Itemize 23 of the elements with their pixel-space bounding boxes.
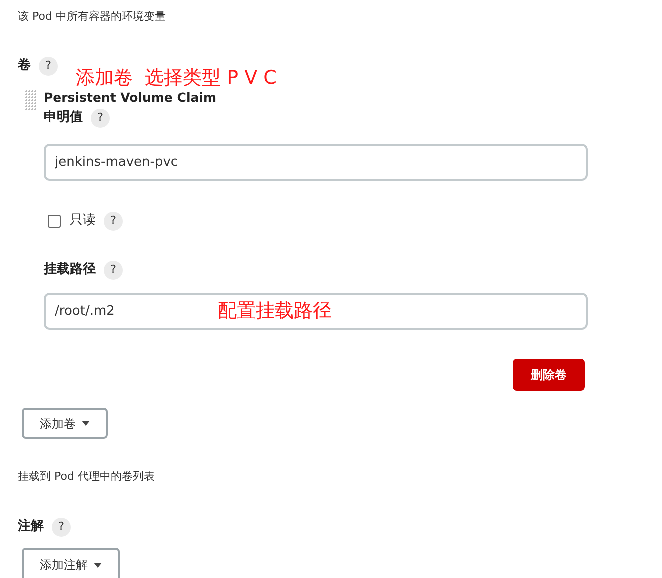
help-button[interactable]: ? xyxy=(104,260,123,280)
checkbox-label: 只读 xyxy=(70,212,96,230)
help-button[interactable]: ? xyxy=(104,212,123,230)
field-label: 挂载路径 xyxy=(44,261,96,280)
add-button[interactable]: 添加注解 xyxy=(22,548,120,578)
delete-button[interactable]: 删除卷 xyxy=(513,359,585,391)
field-label: 卷 xyxy=(18,57,31,76)
add-button[interactable]: 添加卷 xyxy=(22,408,108,439)
caret-icon xyxy=(82,421,90,426)
section-description: 挂载到 Pod 代理中的卷列表 xyxy=(18,469,156,485)
field-label: 申明值 xyxy=(44,109,83,128)
volume-type-title: Persistent Volume Claim xyxy=(44,89,218,107)
drag-handle-icon[interactable] xyxy=(25,90,37,110)
annotation-text: 配置挂载路径 xyxy=(218,299,332,324)
help-button[interactable]: ? xyxy=(91,108,110,128)
help-button[interactable]: ? xyxy=(39,56,58,76)
checkbox[interactable] xyxy=(48,214,61,228)
field-label: 注解 xyxy=(18,518,44,536)
help-button[interactable]: ? xyxy=(52,518,71,536)
input-field[interactable]: jenkins-maven-pvc xyxy=(44,144,588,181)
section-description: 该 Pod 中所有容器的环境变量 xyxy=(18,9,167,25)
caret-icon xyxy=(94,562,102,568)
annotation-text: 添加卷 选择类型 P V C xyxy=(76,66,277,91)
